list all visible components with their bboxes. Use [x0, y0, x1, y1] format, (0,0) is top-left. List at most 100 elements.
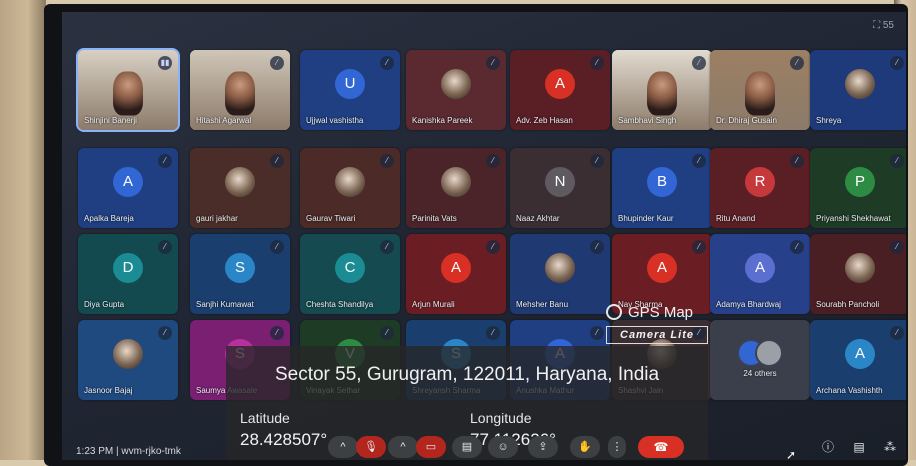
participant-photo [845, 252, 875, 283]
participant-tile[interactable]: ⁄ Kanishka Pareek [406, 50, 506, 130]
background-wall-left [0, 0, 46, 460]
mic-toggle-button[interactable]: 🎙 [356, 436, 386, 458]
present-icon: ⇪ [538, 441, 548, 453]
participant-name: Ritu Anand [716, 214, 756, 223]
participant-tile[interactable]: C ⁄ Cheshta Shandilya [300, 234, 400, 314]
participant-tile[interactable]: 24 others [710, 320, 810, 400]
participant-tile[interactable]: ⁄ gauri jakhar [190, 148, 290, 228]
participant-name: Gaurav Tiwari [306, 214, 356, 223]
more-vert-icon: ⋮ [611, 441, 623, 453]
activities-icon[interactable]: ⁂ [884, 440, 896, 454]
participant-avatar: N [545, 166, 575, 197]
participant-face [647, 71, 677, 116]
mic-off-icon: ⁄ [270, 326, 284, 340]
participant-avatar: A [113, 166, 143, 197]
participant-avatar: P [845, 166, 875, 197]
participant-photo [545, 252, 575, 283]
participant-name: Adv. Zeb Hasan [516, 116, 573, 125]
mic-off-icon: ⁄ [890, 154, 904, 168]
captions-button[interactable]: ▤ [452, 436, 482, 458]
mic-off-icon: 🎙 [364, 441, 378, 453]
participant-name: Mehsher Banu [516, 300, 569, 309]
mic-off-icon: ⁄ [692, 56, 706, 70]
mic-off-icon: ⁄ [270, 56, 284, 70]
mic-off-icon: ⁄ [380, 154, 394, 168]
participant-name: Archana Vashishth [816, 386, 883, 395]
participant-avatar: U [335, 68, 365, 99]
mic-off-icon: ⁄ [158, 240, 172, 254]
participant-tile[interactable]: ⁄ Hitashi Agarwal [190, 50, 290, 130]
mic-off-icon: ⁄ [790, 240, 804, 254]
participant-avatar: R [745, 166, 775, 197]
participant-avatar: S [225, 252, 255, 283]
participant-tile[interactable]: ⁄ Dr. Dhiraj Gusain [710, 50, 810, 130]
participant-tile[interactable]: ⁄ Mehsher Banu [510, 234, 610, 314]
participant-name: Sanjhi Kumawat [196, 300, 254, 309]
side-panel-buttons: ⓘ ▤ ⁂ [806, 438, 896, 455]
participant-avatar: D [113, 252, 143, 283]
participant-photo [113, 338, 143, 369]
more-options-button[interactable]: ⋮ [608, 436, 626, 458]
participant-name: Priyanshi Shekhawat [816, 214, 891, 223]
mic-off-icon: ⁄ [380, 240, 394, 254]
participant-tile[interactable]: ⁄ Jasnoor Bajaj [78, 320, 178, 400]
participant-tile[interactable]: A ⁄ Apalka Bareja [78, 148, 178, 228]
participant-name: Naaz Akhtar [516, 214, 560, 223]
participant-name: gauri jakhar [196, 214, 238, 223]
mic-off-icon: ⁄ [890, 56, 904, 70]
mic-off-icon: ⁄ [890, 326, 904, 340]
participant-name: Hitashi Agarwal [196, 116, 252, 125]
participant-name: Sambhavi Singh [618, 116, 677, 125]
participant-face [745, 71, 775, 116]
participant-tile[interactable]: D ⁄ Diya Gupta [78, 234, 178, 314]
participant-tile[interactable]: A ⁄ Adamya Bhardwaj [710, 234, 810, 314]
participant-tile[interactable]: ⁄ Gaurav Tiwari [300, 148, 400, 228]
info-icon[interactable]: ⓘ [822, 438, 834, 455]
end-call-button[interactable]: ☎ [638, 436, 684, 458]
address-text: Sector 55, Gurugram, 122011, Haryana, In… [274, 364, 660, 385]
emoji-icon: ☺ [497, 441, 509, 453]
present-button[interactable]: ⇪ [528, 436, 558, 458]
mic-off-icon: ⁄ [380, 56, 394, 70]
reactions-button[interactable]: ☺ [488, 436, 518, 458]
participant-avatar: A [745, 252, 775, 283]
mic-off-icon: ⁄ [486, 56, 500, 70]
participant-tile[interactable]: ⁄ Shreya [810, 50, 906, 130]
participant-name: Dr. Dhiraj Gusain [716, 116, 777, 125]
participant-tile[interactable]: A ⁄ Arjun Murali [406, 234, 506, 314]
location-icon [606, 304, 622, 320]
participant-tile[interactable]: A ⁄ Adv. Zeb Hasan [510, 50, 610, 130]
participant-tile[interactable]: N ⁄ Naaz Akhtar [510, 148, 610, 228]
top-right-text: 55 [882, 20, 894, 31]
participant-tile[interactable]: ⁄ Sourabh Pancholi [810, 234, 906, 314]
bottom-bar: 1:23 PM | wvm-rjko-tmk [62, 446, 906, 460]
expand-audio-button[interactable]: ^ [328, 436, 358, 458]
participant-tile[interactable]: S ⁄ Sanjhi Kumawat [190, 234, 290, 314]
mic-off-icon: ⁄ [158, 326, 172, 340]
mic-off-icon: ⁄ [270, 154, 284, 168]
participant-tile[interactable]: U ⁄ Ujjwal vashistha [300, 50, 400, 130]
participant-tile[interactable]: P ⁄ Priyanshi Shekhawat [810, 148, 906, 228]
participant-face [113, 71, 143, 116]
mic-off-icon: ⁄ [590, 240, 604, 254]
phone-end-icon: ☎ [653, 440, 669, 454]
participant-tile[interactable]: ⁄ Sambhavi Singh [612, 50, 712, 130]
raise-hand-button[interactable]: ✋ [570, 436, 600, 458]
participant-tile[interactable]: A ⁄ Archana Vashishth [810, 320, 906, 400]
participant-name: Bhupinder Kaur [618, 214, 674, 223]
participant-tile[interactable]: B ⁄ Bhupinder Kaur [612, 148, 712, 228]
chat-icon[interactable]: ▤ [853, 440, 864, 454]
captions-icon: ▤ [461, 441, 473, 453]
participant-tile[interactable]: ▮▮ Shinjini Banerji [76, 48, 180, 132]
mic-off-icon: ⁄ [486, 240, 500, 254]
participant-tile[interactable]: ⁄ Parinita Vats [406, 148, 506, 228]
mic-off-icon: ⁄ [692, 154, 706, 168]
gps-app-subtitle: Camera Lite [606, 326, 708, 344]
camera-toggle-button[interactable]: ▭ [416, 436, 446, 458]
expand-video-button[interactable]: ^ [388, 436, 418, 458]
participant-face [225, 71, 255, 116]
participant-photo [335, 166, 365, 197]
avatar [755, 339, 783, 367]
participant-tile[interactable]: R ⁄ Ritu Anand [710, 148, 810, 228]
participant-avatar: A [845, 338, 875, 369]
